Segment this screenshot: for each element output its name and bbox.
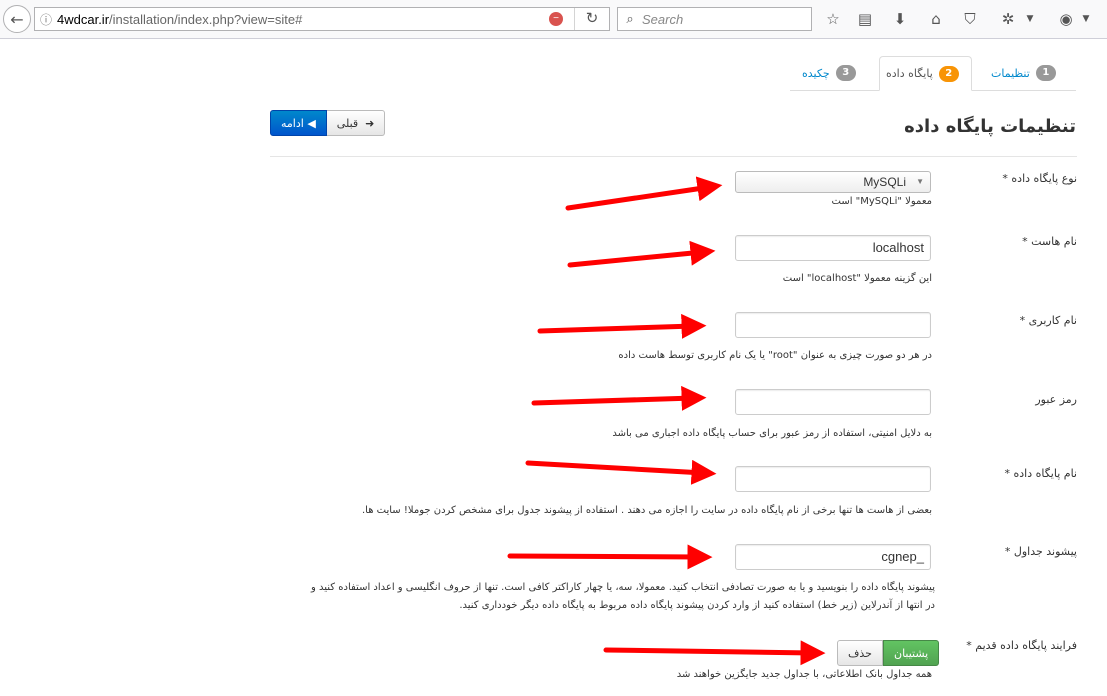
prefix-label: پیشوند جداول *	[1004, 545, 1077, 558]
db-name-help: بعضی از هاست ها تنها برخی از نام پایگاه …	[361, 505, 932, 516]
host-input[interactable]: localhost	[735, 235, 931, 261]
extension-dropdown-icon[interactable]: ▼	[1020, 9, 1040, 29]
prefix-help-line2: در انتها از آندرلاین (زیر خط) استفاده کن…	[459, 600, 935, 611]
browser-toolbar: ← ⓘ 4wdcar.ir/installation/index.php?vie…	[0, 0, 1107, 39]
tab-label: تنظیمات	[991, 66, 1030, 80]
home-icon[interactable]: ⌂	[926, 9, 946, 29]
back-button[interactable]: ←	[3, 5, 31, 33]
previous-label: قبلی	[336, 116, 359, 130]
password-input[interactable]	[735, 389, 931, 415]
next-label: ادامه	[281, 116, 304, 130]
backup-option-button[interactable]: پشتیبان	[882, 640, 940, 666]
annotation-arrow	[531, 385, 707, 411]
url-host: 4wdcar.ir	[57, 11, 110, 27]
reading-list-icon[interactable]: ▤	[855, 9, 875, 29]
username-help: در هر دو صورت چیزی به عنوان "root" یا یک…	[618, 350, 932, 361]
tab-label: پایگاه داده	[886, 67, 933, 80]
annotation-arrow	[537, 313, 707, 339]
reload-icon[interactable]: ↻	[574, 8, 609, 30]
host-label: نام هاست *	[1022, 235, 1077, 248]
tab-database[interactable]: پایگاه داده 2	[879, 56, 972, 91]
remove-option-button[interactable]: حذف	[837, 640, 883, 666]
profile-dropdown-icon[interactable]: ▼	[1076, 9, 1096, 29]
prefix-help-line1: پیشوند پایگاه داده را بنویسید و یا به صو…	[311, 582, 935, 593]
password-label: رمز عبور	[1035, 393, 1077, 406]
db-type-value: MySQLi	[863, 175, 906, 189]
tab-number-badge: 3	[835, 65, 856, 81]
previous-button[interactable]: قبلی ➜	[326, 110, 386, 136]
profile-icon[interactable]: ◉	[1056, 9, 1076, 29]
next-button[interactable]: ادامه ◀	[270, 110, 327, 136]
bookmark-star-icon[interactable]: ☆	[823, 9, 843, 29]
tab-number-badge: 2	[938, 65, 959, 82]
page-title: تنظیمات پایگاه داده	[904, 116, 1076, 137]
db-type-label: نوع پایگاه داده *	[1002, 172, 1077, 185]
db-type-select[interactable]: MySQLi ▼	[735, 171, 931, 193]
annotation-arrow	[567, 240, 716, 268]
pocket-icon[interactable]: ⛉	[960, 9, 980, 29]
db-type-help: معمولا "MySQLi" است	[831, 196, 933, 207]
divider	[270, 156, 1077, 157]
old-db-label: فرایند پایگاه داده قدیم *	[966, 639, 1077, 652]
annotation-arrow	[507, 544, 713, 570]
extension-icon[interactable]: ✲	[998, 9, 1018, 29]
tab-number-badge: 1	[1035, 65, 1056, 81]
username-label: نام کاربری *	[1019, 314, 1077, 327]
annotation-arrow	[525, 459, 717, 485]
annotation-arrow	[565, 176, 723, 211]
step-tabs: چکیده 3 پایگاه داده 2 تنظیمات 1	[790, 56, 1076, 91]
host-help: این گزینه معمولا "localhost" است	[782, 273, 932, 284]
db-name-input[interactable]	[735, 466, 931, 492]
stop-icon[interactable]: −	[549, 12, 563, 26]
username-input[interactable]	[735, 312, 931, 338]
info-icon[interactable]: ⓘ	[35, 11, 57, 28]
url-bar[interactable]: ⓘ 4wdcar.ir/installation/index.php?view=…	[34, 7, 610, 31]
download-icon[interactable]: ⬇	[890, 9, 910, 29]
search-placeholder: Search	[642, 11, 684, 27]
tab-configuration[interactable]: تنظیمات 1	[985, 56, 1068, 90]
wizard-nav-buttons: ادامه ◀ قبلی ➜	[270, 110, 386, 136]
arrow-right-icon: ➜	[365, 116, 375, 130]
search-input[interactable]: ⌕ Search	[617, 7, 812, 31]
chevron-down-icon: ▼	[916, 177, 924, 186]
db-name-label: نام پایگاه داده *	[1004, 467, 1078, 480]
tab-summary[interactable]: چکیده 3	[796, 56, 868, 90]
annotation-arrow	[603, 640, 826, 666]
arrow-left-icon: ◀	[307, 116, 316, 130]
password-help: به دلایل امنیتی، استفاده از رمز عبور برا…	[612, 428, 932, 439]
url-path: /installation/index.php?view=site#	[109, 11, 303, 27]
prefix-input[interactable]: cgnep_	[735, 544, 931, 570]
tab-label: چکیده	[802, 66, 830, 80]
old-db-help: همه جداول بانک اطلاعاتی، با جداول جدید ج…	[676, 669, 932, 680]
back-arrow-icon: ←	[10, 9, 24, 29]
search-icon: ⌕	[626, 11, 634, 26]
old-db-toggle: حذف پشتیبان	[837, 640, 940, 666]
